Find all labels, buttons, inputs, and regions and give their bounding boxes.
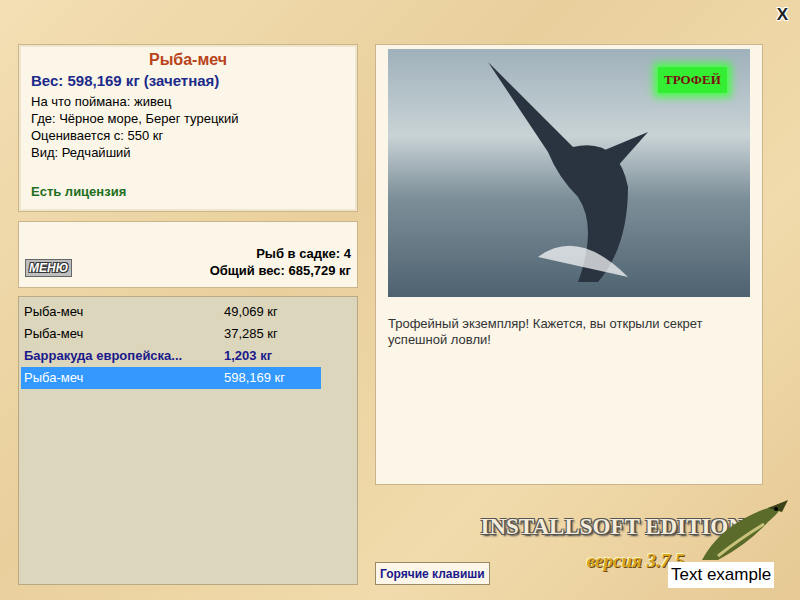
fish-info-panel: Рыба-меч Вес: 598,169 кг (зачетная) На ч… bbox=[18, 44, 358, 212]
catch-weight: 598,169 кг bbox=[224, 368, 285, 388]
catch-list: Рыба-меч49,069 кгРыба-меч37,285 кгБаррак… bbox=[18, 296, 358, 585]
catch-weight: 1,203 кг bbox=[224, 346, 272, 366]
game-window: X Рыба-меч Вес: 598,169 кг (зачетная) На… bbox=[0, 0, 800, 600]
catch-row[interactable]: Рыба-меч598,169 кг bbox=[21, 367, 321, 389]
trophy-badge: ТРОФЕЙ bbox=[658, 67, 727, 93]
close-button[interactable]: X bbox=[777, 6, 788, 23]
logo-title: INSTALLSOFT EDITION bbox=[480, 513, 744, 541]
catch-name: Рыба-меч bbox=[24, 302, 224, 322]
swordfish-icon bbox=[478, 57, 668, 287]
fish-detail: Где: Чёрное море, Берег турецкий bbox=[31, 110, 345, 127]
license-status: Есть лицензия bbox=[31, 182, 345, 202]
keepnet-panel: МЕНЮ Рыб в садке: 4 Общий вес: 685,729 к… bbox=[18, 221, 358, 288]
fish-photo: ТРОФЕЙ bbox=[388, 49, 750, 297]
catch-name: Барракуда европейска... bbox=[24, 346, 224, 366]
pike-icon bbox=[698, 500, 792, 564]
hotkeys-button[interactable]: Горячие клавиши bbox=[375, 562, 490, 585]
catch-row[interactable]: Рыба-меч49,069 кг bbox=[21, 301, 321, 323]
trophy-message: Трофейный экземпляр! Кажется, вы открыли… bbox=[388, 316, 750, 348]
catch-row[interactable]: Барракуда европейска...1,203 кг bbox=[21, 345, 321, 367]
fish-detail: Оценивается с: 550 кг bbox=[31, 127, 345, 144]
catch-name: Рыба-меч bbox=[24, 368, 224, 388]
fish-name: Рыба-меч bbox=[31, 50, 345, 70]
fish-count: Рыб в садке: 4 bbox=[210, 245, 351, 262]
trophy-panel: ТРОФЕЙ Трофейный экземпляр! Кажется, вы … bbox=[375, 44, 763, 485]
fish-detail: На что поймана: живец bbox=[31, 93, 345, 110]
catch-row[interactable]: Рыба-меч37,285 кг bbox=[21, 323, 321, 345]
text-example-label: Text example bbox=[668, 562, 774, 588]
fish-weight: Вес: 598,169 кг (зачетная) bbox=[31, 71, 345, 91]
catch-name: Рыба-меч bbox=[24, 324, 224, 344]
total-weight: Общий вес: 685,729 кг bbox=[210, 262, 351, 279]
catch-weight: 37,285 кг bbox=[224, 324, 278, 344]
menu-button[interactable]: МЕНЮ bbox=[25, 259, 72, 277]
fish-detail: Вид: Редчайший bbox=[31, 144, 345, 161]
catch-weight: 49,069 кг bbox=[224, 302, 278, 322]
